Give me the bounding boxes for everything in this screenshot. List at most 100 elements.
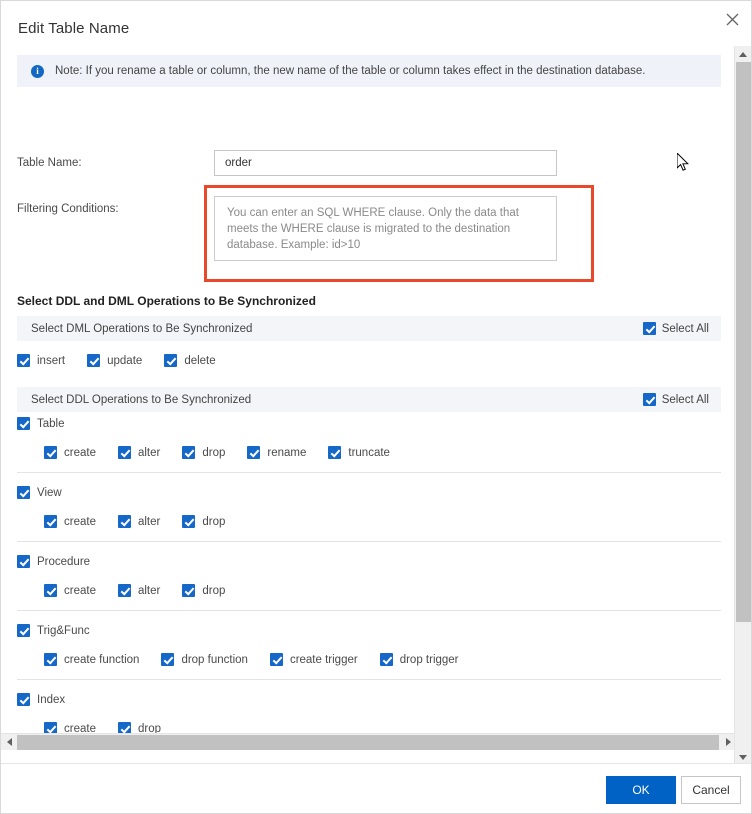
ddl-procedure-alter[interactable]: alter <box>117 584 161 597</box>
ddl-select-all-label: Select All <box>661 393 709 406</box>
ddl-group-procedure[interactable]: Procedure <box>17 555 90 568</box>
ddl-table-alter-checkbox[interactable] <box>117 446 131 459</box>
dialog-scroll-area: i Note: If you rename a table or column,… <box>1 46 751 765</box>
ddl-group-trigfunc[interactable]: Trig&Func <box>17 624 90 637</box>
dml-op-insert-label: insert <box>37 354 66 367</box>
filtering-conditions-input[interactable] <box>214 196 557 261</box>
vertical-scrollbar[interactable] <box>734 46 751 765</box>
ddl-create-trigger-checkbox[interactable] <box>269 653 283 666</box>
ddl-group-view-item[interactable]: View <box>17 486 62 499</box>
dml-op-update-label: update <box>107 354 143 367</box>
ddl-table-rename-label: rename <box>267 446 307 459</box>
dml-op-delete[interactable]: delete <box>164 354 216 367</box>
ddl-procedure-drop[interactable]: drop <box>182 584 225 597</box>
ddl-view-drop-checkbox[interactable] <box>182 515 196 528</box>
edit-table-name-dialog: Edit Table Name i Note: If you rename a … <box>0 0 752 814</box>
ddl-group-view-label: View <box>37 486 62 499</box>
ddl-group-view[interactable]: View <box>17 486 62 499</box>
ddl-table-rename-checkbox[interactable] <box>247 446 261 459</box>
ddl-group-trigfunc-item[interactable]: Trig&Func <box>17 624 90 637</box>
ddl-procedure-alter-checkbox[interactable] <box>117 584 131 597</box>
table-name-input[interactable] <box>214 150 557 176</box>
ddl-table-rename[interactable]: rename <box>247 446 306 459</box>
page-title: Edit Table Name <box>18 20 130 37</box>
ddl-view-alter[interactable]: alter <box>117 515 161 528</box>
ddl-group-index-item[interactable]: Index <box>17 693 65 706</box>
ddl-procedure-drop-checkbox[interactable] <box>182 584 196 597</box>
scroll-left-arrow-icon[interactable] <box>1 734 17 750</box>
ddl-select-all[interactable]: Select All <box>642 393 709 406</box>
ddl-create-function[interactable]: create function <box>44 653 139 666</box>
dml-select-all-label: Select All <box>661 322 709 335</box>
ddl-drop-trigger-checkbox[interactable] <box>379 653 393 666</box>
cancel-button[interactable]: Cancel <box>681 776 741 804</box>
ddl-table-truncate[interactable]: truncate <box>328 446 390 459</box>
info-note-text: Note: If you rename a table or column, t… <box>55 65 646 77</box>
ddl-table-create[interactable]: create <box>44 446 96 459</box>
ddl-procedure-drop-label: drop <box>202 584 226 597</box>
dml-op-insert[interactable]: insert <box>17 354 65 367</box>
ddl-create-trigger[interactable]: create trigger <box>269 653 358 666</box>
ddl-table-drop[interactable]: drop <box>182 446 225 459</box>
horizontal-scrollbar[interactable] <box>1 733 736 750</box>
divider-after-procedure <box>17 610 721 611</box>
filtering-conditions-label: Filtering Conditions: <box>17 203 119 215</box>
ddl-group-procedure-item[interactable]: Procedure <box>17 555 90 568</box>
ddl-group-procedure-checkbox[interactable] <box>17 555 30 568</box>
ddl-table-truncate-label: truncate <box>348 446 390 459</box>
close-icon[interactable] <box>720 7 744 31</box>
ddl-view-create-checkbox[interactable] <box>44 515 57 528</box>
ddl-view-children: create alter drop <box>44 515 225 528</box>
dml-select-all-checkbox[interactable] <box>642 322 656 335</box>
ddl-view-create-label: create <box>64 515 96 528</box>
ddl-group-table-checkbox[interactable] <box>17 417 30 430</box>
ddl-procedure-alter-label: alter <box>137 584 161 597</box>
ddl-procedure-create-checkbox[interactable] <box>44 584 57 597</box>
ddl-group-table-item[interactable]: Table <box>17 417 65 430</box>
dml-op-delete-label: delete <box>184 354 216 367</box>
ddl-drop-function-checkbox[interactable] <box>161 653 175 666</box>
ddl-drop-function-label: drop function <box>181 653 248 666</box>
ddl-table-drop-checkbox[interactable] <box>182 446 196 459</box>
ddl-group-table[interactable]: Table <box>17 417 65 430</box>
horizontal-scrollbar-thumb[interactable] <box>17 735 719 750</box>
ddl-drop-function[interactable]: drop function <box>161 653 248 666</box>
ok-button[interactable]: OK <box>606 776 676 804</box>
ddl-view-drop-label: drop <box>202 515 226 528</box>
scroll-up-arrow-icon[interactable] <box>735 46 751 62</box>
ddl-trigfunc-children: create function drop function create tri… <box>44 653 459 666</box>
ddl-create-function-checkbox[interactable] <box>44 653 57 666</box>
dml-select-all[interactable]: Select All <box>642 322 709 335</box>
dml-op-update[interactable]: update <box>87 354 142 367</box>
ddl-view-create[interactable]: create <box>44 515 96 528</box>
ddl-group-index-label: Index <box>37 693 66 706</box>
ddl-table-truncate-checkbox[interactable] <box>328 446 342 459</box>
ddl-group-index[interactable]: Index <box>17 693 65 706</box>
info-icon: i <box>31 64 44 78</box>
ddl-select-all-checkbox[interactable] <box>642 393 656 406</box>
ddl-group-trigfunc-checkbox[interactable] <box>17 624 30 637</box>
ddl-drop-trigger[interactable]: drop trigger <box>379 653 459 666</box>
dml-op-update-checkbox[interactable] <box>87 354 101 367</box>
sync-operations-section-title: Select DDL and DML Operations to Be Sync… <box>17 294 316 308</box>
ddl-create-trigger-label: create trigger <box>289 653 358 666</box>
vertical-scrollbar-thumb[interactable] <box>736 62 751 622</box>
ddl-procedure-create[interactable]: create <box>44 584 96 597</box>
ddl-view-alter-checkbox[interactable] <box>117 515 131 528</box>
ddl-procedure-create-label: create <box>64 584 96 597</box>
ddl-table-create-checkbox[interactable] <box>44 446 57 459</box>
dml-op-delete-checkbox[interactable] <box>164 354 178 367</box>
ddl-table-alter[interactable]: alter <box>117 446 161 459</box>
ddl-procedure-children: create alter drop <box>44 584 225 597</box>
dml-operations-row: insert update delete <box>17 354 216 367</box>
ddl-group-index-checkbox[interactable] <box>17 693 30 706</box>
ddl-group-view-checkbox[interactable] <box>17 486 30 499</box>
divider-after-view <box>17 541 721 542</box>
ddl-table-alter-label: alter <box>137 446 161 459</box>
ddl-view-drop[interactable]: drop <box>182 515 225 528</box>
ddl-group-header: Select DDL Operations to Be Synchronized… <box>17 387 721 412</box>
dml-group-label: Select DML Operations to Be Synchronized <box>31 322 253 335</box>
dml-op-insert-checkbox[interactable] <box>17 354 30 367</box>
ddl-view-alter-label: alter <box>137 515 161 528</box>
ddl-table-drop-label: drop <box>202 446 226 459</box>
